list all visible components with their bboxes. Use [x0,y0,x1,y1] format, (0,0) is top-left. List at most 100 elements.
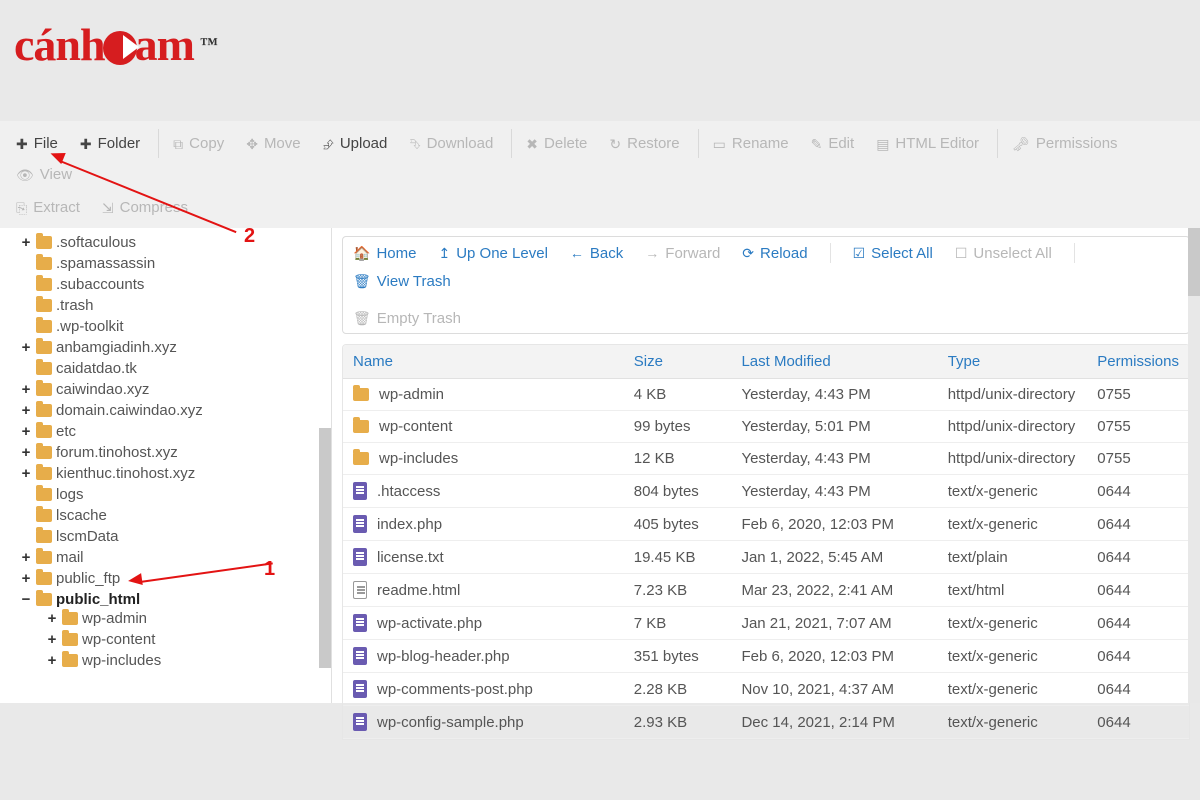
tree-node[interactable]: .trash [20,297,331,314]
tree-toggle[interactable]: + [46,610,58,627]
upload-button[interactable]: ⮵Upload [313,129,398,158]
file-name: wp-includes [379,450,458,467]
list-scrollbar[interactable] [1188,228,1200,703]
table-row[interactable]: wp-activate.php7 KBJan 21, 2021, 7:07 AM… [343,607,1189,640]
tree-node[interactable]: +public_ftp [20,570,331,587]
tree-node[interactable]: −public_html [20,591,331,608]
file-name: wp-admin [379,386,444,403]
file-size: 99 bytes [624,411,732,443]
tree-scrollbar[interactable] [319,428,331,668]
table-row[interactable]: readme.html 7.23 KBMar 23, 2022, 2:41 AMt… [343,574,1189,607]
delete-button: ✖Delete [511,129,597,158]
tree-label: anbamgiadinh.xyz [56,339,177,356]
table-row[interactable]: index.php405 bytesFeb 6, 2020, 12:03 PMt… [343,508,1189,541]
table-row[interactable]: .htaccess804 bytesYesterday, 4:43 PMtext… [343,475,1189,508]
file-icon [353,647,367,665]
file-modified: Mar 23, 2022, 2:41 AM [731,574,937,607]
file-type: text/x-generic [938,706,1088,739]
file-name: wp-config-sample.php [377,714,524,731]
tree-node[interactable]: +kienthuc.tinohost.xyz [20,465,331,482]
tree-label: caiwindao.xyz [56,381,149,398]
restore-icon: ↻ [609,137,621,151]
new-folder-button[interactable]: ✚Folder [70,129,150,158]
key-icon: 🗝 [1012,137,1030,151]
file-size: 7.23 KB [624,574,732,607]
file-permissions: 0644 [1087,673,1189,706]
folder-tree-pane[interactable]: +.softaculous .spamassassin .subaccounts .t… [0,228,332,703]
rename-icon: ▭ [713,137,726,151]
logo: cánham™ [14,18,1190,71]
nav-bar: 🏠Home ↥Up One Level ←Back →Forward ⟳Relo… [342,236,1190,334]
tree-node[interactable]: + anbamgiadinh.xyz [20,339,331,356]
tree-toggle[interactable]: + [46,652,58,669]
file-type: text/x-generic [938,673,1088,706]
table-row[interactable]: wp-admin4 KBYesterday, 4:43 PMhttpd/unix… [343,379,1189,411]
tree-toggle[interactable]: + [20,423,32,440]
col-type[interactable]: Type [938,345,1088,379]
tree-node[interactable]: .wp-toolkit [20,318,331,335]
file-permissions: 0644 [1087,475,1189,508]
select-all-icon: ☑ [853,245,866,262]
compress-icon: ⇲ [102,201,114,215]
tree-node[interactable]: caidatdao.tk [20,360,331,377]
table-row[interactable]: wp-blog-header.php351 bytesFeb 6, 2020, … [343,640,1189,673]
tree-toggle[interactable]: + [20,465,32,482]
folder-icon [36,551,52,564]
nav-reload[interactable]: ⟳Reload [742,245,807,262]
tree-node[interactable]: +wp-includes [46,652,331,669]
nav-view-trash[interactable]: 🗑View Trash [353,273,451,290]
table-row[interactable]: wp-includes12 KBYesterday, 4:43 PMhttpd/… [343,443,1189,475]
tree-node[interactable]: .spamassassin [20,255,331,272]
tree-node[interactable]: +wp-admin [46,610,331,627]
file-size: 19.45 KB [624,541,732,574]
file-name: wp-content [379,418,452,435]
tree-node[interactable]: .subaccounts [20,276,331,293]
table-row[interactable]: wp-content99 bytesYesterday, 5:01 PMhttp… [343,411,1189,443]
tree-toggle[interactable]: + [20,444,32,461]
tree-toggle[interactable]: + [20,570,32,587]
tree-node[interactable]: + forum.tinohost.xyz [20,444,331,461]
tree-label: caidatdao.tk [56,360,137,377]
file-size: 4 KB [624,379,732,411]
tree-label: .wp-toolkit [56,318,124,335]
file-type: text/html [938,574,1088,607]
tree-toggle[interactable]: − [20,591,32,608]
col-modified[interactable]: Last Modified [731,345,937,379]
file-permissions: 0755 [1087,443,1189,475]
extract-button: ⎘Extract [6,193,90,222]
tree-toggle[interactable]: + [20,339,32,356]
col-permissions[interactable]: Permissions [1087,345,1189,379]
tree-node[interactable]: +.softaculous [20,234,331,251]
trash-icon: 🗑 [353,273,371,290]
file-modified: Yesterday, 4:43 PM [731,379,937,411]
upload-icon: ⮵ [323,137,334,151]
table-row[interactable]: wp-config-sample.php2.93 KBDec 14, 2021,… [343,706,1189,739]
tree-node[interactable]: + caiwindao.xyz [20,381,331,398]
tree-node[interactable]: lscmData [20,528,331,545]
table-row[interactable]: license.txt19.45 KBJan 1, 2022, 5:45 AMt… [343,541,1189,574]
tree-toggle[interactable]: + [46,631,58,648]
nav-up[interactable]: ↥Up One Level [438,245,547,262]
tree-toggle[interactable]: + [20,234,32,251]
tree-label: forum.tinohost.xyz [56,444,178,461]
tree-node[interactable]: +wp-content [46,631,331,648]
tree-node[interactable]: +etc [20,423,331,440]
tree-node[interactable]: +mail [20,549,331,566]
file-type: httpd/unix-directory [938,443,1088,475]
file-name: readme.html [377,582,460,599]
nav-home[interactable]: 🏠Home [353,245,416,262]
nav-back[interactable]: ←Back [570,245,623,262]
nav-select-all[interactable]: ☑Select All [853,245,933,262]
col-size[interactable]: Size [624,345,732,379]
tree-toggle[interactable]: + [20,381,32,398]
pacman-icon [103,31,137,65]
tree-node[interactable]: logs [20,486,331,503]
file-modified: Jan 1, 2022, 5:45 AM [731,541,937,574]
tree-toggle[interactable]: + [20,549,32,566]
tree-node[interactable]: +domain.caiwindao.xyz [20,402,331,419]
table-row[interactable]: wp-comments-post.php2.28 KBNov 10, 2021,… [343,673,1189,706]
tree-toggle[interactable]: + [20,402,32,419]
folder-icon [353,388,369,401]
tree-node[interactable]: lscache [20,507,331,524]
col-name[interactable]: Name [343,345,624,379]
